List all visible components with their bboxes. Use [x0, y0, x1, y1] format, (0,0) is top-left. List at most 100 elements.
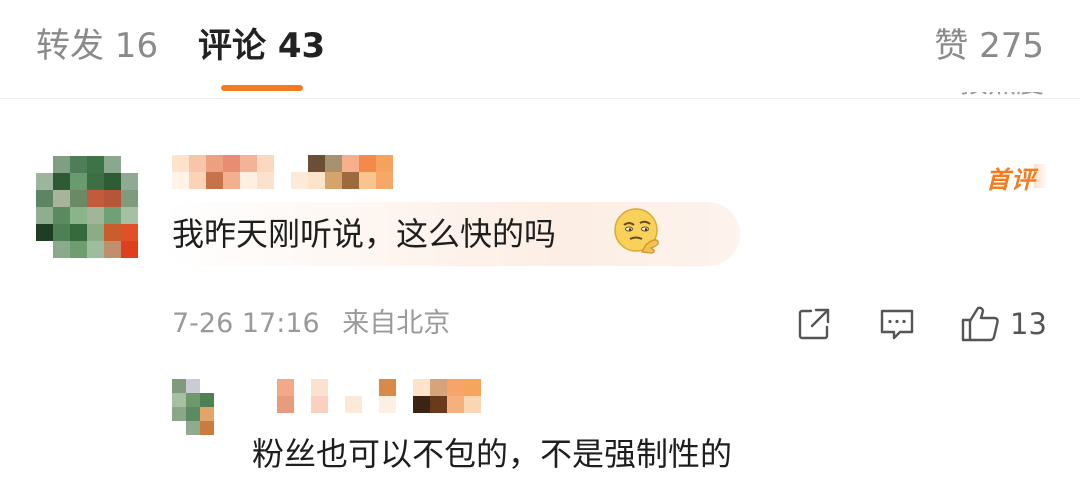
- mosaic-pixel: [121, 156, 138, 173]
- tab-likes[interactable]: 赞 275: [934, 24, 1044, 68]
- mosaic-pixel: [70, 156, 87, 173]
- mosaic-pixel: [104, 156, 121, 173]
- sort-toggle-label: 按热度: [924, 92, 1044, 100]
- mosaic-pixel: [362, 379, 379, 396]
- mosaic-pixel: [172, 379, 186, 393]
- mosaic-pixel: [362, 396, 379, 413]
- mosaic-pixel: [447, 396, 464, 413]
- mosaic-pixel: [121, 173, 138, 190]
- mosaic-pixel: [376, 172, 393, 189]
- mosaic-pixel: [36, 224, 53, 241]
- mosaic-pixel: [36, 241, 53, 258]
- mosaic-pixel: [393, 172, 410, 189]
- comment-location: 来自北京: [342, 308, 451, 339]
- mosaic-pixel: [206, 155, 223, 172]
- sort-toggle-cutoff[interactable]: 按热度: [924, 92, 1044, 102]
- mosaic-pixel: [104, 207, 121, 224]
- mosaic-pixel: [200, 379, 214, 393]
- mosaic-pixel: [277, 396, 294, 413]
- comment-tabs: 转发 16 评论 43 赞 275: [0, 0, 1080, 99]
- avatar[interactable]: [36, 156, 138, 258]
- mosaic-pixel: [214, 407, 228, 421]
- reply-text: 粉丝也可以不包的，不是强制性的: [252, 435, 733, 473]
- mosaic-pixel: [379, 379, 396, 396]
- mosaic-pixel: [294, 379, 311, 396]
- mosaic-pixel: [121, 207, 138, 224]
- tab-repost[interactable]: 转发 16: [36, 24, 158, 68]
- mosaic-pixel: [53, 241, 70, 258]
- mosaic-pixel: [291, 155, 308, 172]
- mosaic-pixel: [274, 172, 291, 189]
- reply-button[interactable]: [878, 300, 916, 348]
- mosaic-pixel: [121, 224, 138, 241]
- mosaic-pixel: [464, 379, 481, 396]
- mosaic-pixel: [379, 396, 396, 413]
- mosaic-pixel: [200, 407, 214, 421]
- mosaic-pixel: [464, 396, 481, 413]
- tab-comments[interactable]: 评论 43: [198, 24, 325, 68]
- mosaic-pixel: [260, 396, 277, 413]
- mosaic-pixel: [36, 173, 53, 190]
- mosaic-pixel: [447, 379, 464, 396]
- mosaic-pixel: [70, 173, 87, 190]
- active-tab-indicator: [221, 85, 303, 91]
- mosaic-pixel: [430, 396, 447, 413]
- mosaic-pixel: [53, 156, 70, 173]
- mosaic-pixel: [70, 190, 87, 207]
- first-comment-badge: 首评: [986, 160, 1048, 195]
- mosaic-pixel: [260, 379, 277, 396]
- mosaic-pixel: [214, 421, 228, 435]
- reply-avatar[interactable]: [172, 379, 228, 435]
- mosaic-pixel: [359, 172, 376, 189]
- mosaic-pixel: [189, 155, 206, 172]
- comment-text: 我昨天刚听说，这么快的吗: [172, 215, 557, 253]
- mosaic-pixel: [325, 172, 342, 189]
- mosaic-pixel: [172, 172, 189, 189]
- mosaic-pixel: [376, 155, 393, 172]
- mosaic-pixel: [172, 393, 186, 407]
- mosaic-pixel: [87, 173, 104, 190]
- share-icon: [798, 308, 830, 340]
- mosaic-pixel: [87, 241, 104, 258]
- mosaic-pixel: [36, 207, 53, 224]
- mosaic-pixel: [291, 172, 308, 189]
- username-blurred[interactable]: [172, 155, 410, 189]
- mosaic-pixel: [223, 155, 240, 172]
- mosaic-pixel: [36, 156, 53, 173]
- mosaic-pixel: [223, 172, 240, 189]
- mosaic-pixel: [396, 396, 413, 413]
- mosaic-pixel: [36, 190, 53, 207]
- mosaic-pixel: [214, 393, 228, 407]
- mosaic-pixel: [311, 379, 328, 396]
- like-count: 13: [1010, 307, 1047, 341]
- mosaic-pixel: [53, 207, 70, 224]
- mosaic-pixel: [257, 172, 274, 189]
- repost-button[interactable]: [796, 300, 832, 348]
- mosaic-pixel: [308, 155, 325, 172]
- mosaic-pixel: [104, 190, 121, 207]
- reply-username-blurred[interactable]: [260, 379, 481, 413]
- mosaic-pixel: [311, 396, 328, 413]
- mosaic-pixel: [214, 379, 228, 393]
- mosaic-pixel: [70, 224, 87, 241]
- mosaic-pixel: [274, 155, 291, 172]
- mosaic-pixel: [186, 421, 200, 435]
- comment-meta: 7-26 17:16 来自北京: [172, 306, 450, 342]
- like-button[interactable]: 13: [960, 300, 1047, 348]
- mosaic-pixel: [359, 155, 376, 172]
- mosaic-pixel: [345, 379, 362, 396]
- mosaic-pixel: [104, 241, 121, 258]
- mosaic-pixel: [200, 393, 214, 407]
- mosaic-pixel: [87, 156, 104, 173]
- mosaic-pixel: [87, 207, 104, 224]
- thumbs-up-icon: [961, 306, 999, 342]
- mosaic-pixel: [172, 421, 186, 435]
- mosaic-pixel: [342, 155, 359, 172]
- mosaic-pixel: [53, 190, 70, 207]
- mosaic-pixel: [87, 224, 104, 241]
- mosaic-pixel: [342, 172, 359, 189]
- mosaic-pixel: [121, 241, 138, 258]
- mosaic-pixel: [308, 172, 325, 189]
- mosaic-pixel: [328, 396, 345, 413]
- mosaic-pixel: [186, 379, 200, 393]
